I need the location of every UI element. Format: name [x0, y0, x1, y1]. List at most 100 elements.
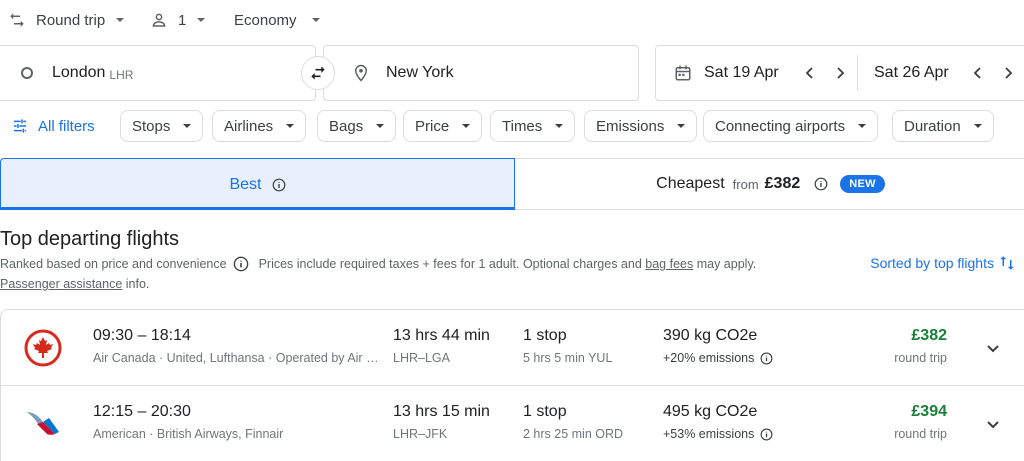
caret-down-icon: [197, 18, 206, 22]
info-icon[interactable]: [233, 256, 249, 272]
caret-down-icon: [462, 124, 471, 128]
filter-label: Price: [415, 117, 450, 135]
filter-label: Times: [502, 117, 543, 135]
origin-input[interactable]: London LHR: [0, 45, 316, 101]
sort-arrows-icon: [1000, 256, 1014, 270]
info-icon[interactable]: [272, 178, 286, 192]
flight-price: £382: [911, 327, 947, 344]
flight-stops-col: 1 stop 5 hrs 5 min YUL: [523, 327, 612, 365]
flight-times: 12:15 – 20:30: [93, 403, 191, 420]
filter-label: Stops: [132, 117, 171, 135]
sort-button[interactable]: Sorted by top flights: [870, 254, 1016, 272]
flight-price-type: round trip: [894, 351, 947, 365]
filter-emissions[interactable]: Emissions: [584, 110, 698, 142]
chevron-left-icon: [973, 67, 981, 79]
all-filters-button[interactable]: All filters: [12, 116, 95, 136]
chevron-right-icon: [837, 67, 844, 79]
filter-label: Emissions: [596, 117, 665, 135]
flight-co2: 390 kg CO2e: [663, 327, 758, 344]
flight-times: 09:30 – 18:14: [93, 327, 191, 344]
filter-label: Duration: [904, 117, 961, 135]
flight-emissions-col: 390 kg CO2e +20% emissions: [663, 327, 773, 365]
flight-times-col: 09:30 – 18:14 Air Canada · United, Lufth…: [93, 327, 383, 365]
filter-price[interactable]: Price: [403, 110, 483, 142]
passengers-count: 1: [178, 11, 187, 29]
filter-duration[interactable]: Duration: [892, 110, 994, 142]
filter-stops[interactable]: Stops: [120, 110, 204, 142]
flight-emissions-line: +20% emissions: [663, 351, 773, 365]
depart-next-day-button[interactable]: [827, 60, 853, 86]
flight-stops-col: 1 stop 2 hrs 25 min ORD: [523, 403, 623, 441]
caret-down-icon: [116, 18, 125, 22]
flight-row[interactable]: 12:15 – 20:30 American · British Airways…: [1, 386, 1024, 461]
person-icon: [152, 13, 166, 27]
filter-connecting-airports[interactable]: Connecting airports: [703, 110, 879, 142]
trip-type-label: Round trip: [36, 11, 106, 29]
origin-code: LHR: [109, 67, 134, 82]
assistance-note: Passenger assistance info.: [0, 277, 149, 291]
return-date: Sat 26 Apr: [874, 64, 949, 81]
flight-duration: 13 hrs 15 min: [393, 403, 490, 420]
flight-route: LHR–JFK: [393, 427, 448, 441]
flight-carriers: American · British Airways, Finnair: [93, 427, 284, 441]
tune-icon: [14, 119, 26, 133]
origin-city: London: [52, 64, 106, 81]
section-title: Top departing flights: [0, 228, 180, 250]
flight-emissions-line: +53% emissions: [663, 427, 773, 441]
cheapest-price: £382: [764, 175, 801, 192]
air-canada-logo-icon: [23, 328, 63, 368]
tab-best[interactable]: Best: [0, 158, 515, 210]
cabin-class-select[interactable]: Economy: [234, 9, 321, 31]
swap-locations-button[interactable]: [301, 56, 335, 90]
flight-list: 09:30 – 18:14 Air Canada · United, Lufth…: [0, 309, 1024, 461]
caret-down-icon: [973, 124, 982, 128]
flight-row[interactable]: 09:30 – 18:14 Air Canada · United, Lufth…: [1, 310, 1024, 386]
chevron-down-icon: [987, 345, 999, 353]
caret-down-icon: [286, 124, 295, 128]
flight-carriers: Air Canada · United, Lufthansa · Operate…: [93, 351, 383, 365]
flight-co2: 495 kg CO2e: [663, 403, 758, 420]
caret-down-icon: [858, 124, 867, 128]
depart-date-field[interactable]: Sat 19 Apr: [656, 55, 858, 91]
destination-input[interactable]: New York: [323, 45, 639, 101]
flight-times-col: 12:15 – 20:30 American · British Airways…: [93, 403, 383, 441]
tab-best-label: Best: [229, 175, 262, 193]
flight-price-col: £382 round trip: [894, 327, 947, 365]
passengers-select[interactable]: 1: [150, 9, 206, 31]
passenger-assistance-link[interactable]: Passenger assistance: [0, 277, 122, 291]
tab-cheapest[interactable]: Cheapest from £382 NEW: [515, 158, 1024, 210]
caret-down-icon: [677, 124, 686, 128]
info-icon[interactable]: [760, 428, 773, 441]
cheapest-from-label: from: [732, 176, 759, 192]
flight-duration-col: 13 hrs 15 min LHR–JFK: [393, 403, 490, 441]
info-icon[interactable]: [760, 352, 773, 365]
trip-type-select[interactable]: Round trip: [8, 9, 125, 31]
info-suffix: info.: [125, 277, 150, 291]
flight-emissions-col: 495 kg CO2e +53% emissions: [663, 403, 773, 441]
filter-airlines[interactable]: Airlines: [212, 110, 307, 142]
prices-note: Prices include required taxes + fees for…: [258, 257, 642, 271]
expand-flight-button[interactable]: [979, 410, 1007, 438]
flight-stops: 1 stop: [523, 327, 567, 344]
filter-bags[interactable]: Bags: [317, 110, 397, 142]
info-icon[interactable]: [814, 177, 828, 191]
flight-layover: 5 hrs 5 min YUL: [523, 351, 613, 365]
return-next-day-button[interactable]: [995, 60, 1021, 86]
may-apply-text: may apply.: [696, 257, 757, 271]
ranked-text: Ranked based on price and convenience: [0, 257, 227, 271]
swap-arrows-icon: [10, 13, 24, 27]
destination-city: New York: [386, 64, 454, 81]
depart-prev-day-button[interactable]: [797, 60, 823, 86]
filter-times[interactable]: Times: [490, 110, 576, 142]
swap-horizontal-icon: [311, 66, 325, 80]
origin-circle-icon: [21, 67, 33, 79]
expand-flight-button[interactable]: [979, 334, 1007, 362]
new-badge: NEW: [840, 175, 885, 193]
chevron-right-icon: [1005, 67, 1012, 79]
bag-fees-link[interactable]: bag fees: [645, 257, 693, 271]
return-prev-day-button[interactable]: [965, 60, 991, 86]
all-filters-label: All filters: [38, 117, 95, 135]
return-date-field[interactable]: Sat 26 Apr: [858, 46, 1021, 100]
filter-label: Connecting airports: [715, 117, 846, 135]
filter-label: Airlines: [224, 117, 274, 135]
